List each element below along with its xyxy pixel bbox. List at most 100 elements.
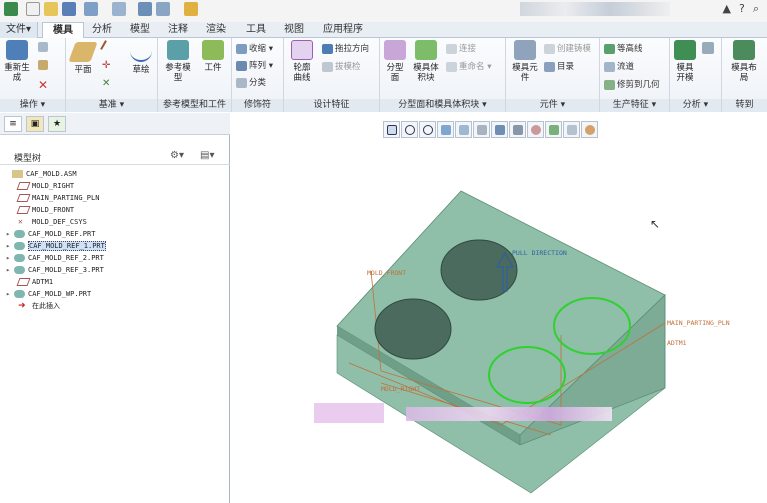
tree-item-caf-mold-ref-3[interactable]: ▸ CAF_MOLD_REF_3.PRT [6,264,104,276]
tree-filter-icon[interactable]: ▤▾ [200,150,214,161]
tab-mold[interactable]: 模具 [42,22,84,39]
tree-item-caf-mold-ref-2[interactable]: ▸ CAF_MOLD_REF_2.PRT [6,252,104,264]
insert-arrow-icon: ➜ [18,301,26,311]
title-bar-blur [520,2,670,16]
tree-item-caf-mold-ref[interactable]: ▸ CAF_MOLD_REF.PRT [6,228,95,240]
pattern-icon [236,60,247,71]
ribbon: 重新生成 ✕ 操作 ▾ 平面 ✛ ✕ 草绘 基准 ▾ 参考模型 工件 参考模型和… [0,38,767,112]
tab-annotate[interactable]: 注释 [162,22,194,38]
pattern-button[interactable]: 阵列 ▾ [236,59,273,71]
classify-button[interactable]: 分类 [236,76,266,88]
tree-item-caf-mold-wp[interactable]: ▸ CAF_MOLD_WP.PRT [6,288,91,300]
shrink-button[interactable]: 收缩 ▾ [236,42,273,54]
quick-access-toolbar: ▲ ? ⌕ [0,0,767,22]
classify-icon [236,77,247,88]
tree-item-insert-here[interactable]: ➜ 在此插入 [10,300,60,312]
trim-to-geometry-button[interactable]: 修剪到几何 [604,78,660,90]
save-icon[interactable] [62,2,76,16]
regenerate-button[interactable]: 重新生成 [2,40,32,83]
tree-item-adtm1[interactable]: ADTM1 [10,276,53,288]
runner-icon [604,61,615,72]
part-icon [14,242,25,250]
draw-direction-button[interactable]: 拖拉方向 [322,42,369,54]
tab-file[interactable]: 文件▾ [0,22,38,38]
graphics-area[interactable]: PULL DIRECTION MOLD_FRONT MAIN_PARTING_P… [231,113,767,503]
ref-model-button[interactable]: 参考模型 [162,40,194,83]
open-icon[interactable] [44,2,58,16]
copy-icon[interactable] [38,42,48,52]
regenerate-icon[interactable] [138,2,152,16]
parting-surface-icon [384,40,406,60]
undo-icon[interactable] [84,2,98,16]
close-icon[interactable] [184,2,198,16]
ribbon-tabs: 文件▾ 模具 分析 模型 注释 渲染 工具 视图 应用程序 [0,22,767,39]
watermark-blur [314,403,612,425]
point-icon[interactable]: ✛ [102,60,110,71]
help-icon[interactable]: ? [739,2,745,16]
app-icon[interactable] [4,2,18,16]
parting-surface-button[interactable]: 分型面 [382,40,408,83]
mouse-cursor-icon: ↖ [650,217,661,231]
tab-model[interactable]: 模型 [124,22,156,38]
redo-icon[interactable] [112,2,126,16]
datum-plane-icon [16,206,31,214]
tab-tools[interactable]: 工具 [240,22,272,38]
tree-item-caf-mold-asm[interactable]: CAF_MOLD.ASM [4,168,77,180]
analysis-icon[interactable] [702,42,714,54]
catalog-icon [544,61,555,72]
mold-front-label: MOLD_FRONT [367,269,407,277]
folder-browser-tab-icon[interactable]: ▣ [26,116,44,132]
workpiece-button[interactable]: 工件 [198,40,228,73]
navigator-panel: ≡ ▣ ★ 模型树 ⚙▾ ▤▾ CAF_MOLD.ASM MOLD_RIGHT … [0,113,230,503]
tab-view[interactable]: 视图 [278,22,310,38]
tab-applications[interactable]: 应用程序 [316,22,370,38]
mold-layout-button[interactable]: 模具布局 [728,40,760,83]
group-production: 等高线 流道 修剪到几何 生产特征 ▾ [600,38,670,112]
mold-component-button[interactable]: 模具元件 [508,40,542,83]
group-modifiers: 收缩 ▾ 阵列 ▾ 分类 修饰符 [232,38,284,112]
mold-volume-icon [415,40,437,60]
rename-icon [446,61,457,72]
create-casting-icon [544,43,555,54]
group-analysis: 模具开模 分析 ▾ [670,38,722,112]
axis-icon[interactable] [100,40,114,54]
sketch-button[interactable]: 草绘 [128,42,154,75]
new-icon[interactable] [26,2,40,16]
mold-open-button[interactable]: 模具开模 [674,40,696,83]
navigator-tabs: ≡ ▣ ★ [0,113,230,135]
mold-volume-button[interactable]: 模具体积块 [410,40,442,83]
workpiece-icon [202,40,224,60]
plane-button[interactable]: 平面 [68,42,98,75]
favorites-tab-icon[interactable]: ★ [48,116,66,132]
tab-render[interactable]: 渲染 [200,22,232,38]
draft-check-button[interactable]: 拔模检 [322,60,361,72]
model-tree-tab-icon[interactable]: ≡ [4,116,22,132]
link-button[interactable]: 连接 [446,42,476,54]
paste-icon[interactable] [38,60,48,70]
windows-icon[interactable] [156,2,170,16]
isoline-button[interactable]: 等高线 [604,42,643,54]
tree-item-mold-right[interactable]: MOLD_RIGHT [10,180,74,192]
rename-button[interactable]: 重命名 ▾ [446,60,491,72]
group-ref-model: 参考模型 工件 参考模型和工件 [158,38,232,112]
group-design-features: 轮廓曲线 拖拉方向 拔模检 设计特征 [284,38,380,112]
runner-button[interactable]: 流道 [604,60,634,72]
tree-item-caf-mold-ref-1[interactable]: ▸ CAF_MOLD_REF_1.PRT [6,240,106,252]
part-icon [14,290,25,298]
catalog-button[interactable]: 目录 [544,60,574,72]
plane-icon [68,42,98,62]
tab-analysis[interactable]: 分析 [86,22,118,38]
show-settings-icon[interactable]: ⚙▾ [170,150,184,161]
create-casting-button[interactable]: 创建铸模 [544,42,591,54]
silhouette-button[interactable]: 轮廓曲线 [286,40,318,83]
tree-item-main-parting-pln[interactable]: MAIN_PARTING_PLN [10,192,99,204]
minimize-ribbon-icon[interactable]: ▲ [723,2,731,16]
delete-icon[interactable]: ✕ [38,78,48,92]
tree-item-mold-def-csys[interactable]: ✕ MOLD_DEF_CSYS [10,216,87,228]
tree-item-mold-front[interactable]: MOLD_FRONT [10,204,74,216]
search-icon[interactable]: ⌕ [753,2,759,16]
group-operations: 重新生成 ✕ 操作 ▾ [0,38,66,112]
csys-icon[interactable]: ✕ [102,78,110,89]
mold-right-label: MOLD_RIGHT [381,385,421,393]
mold-model-view [336,190,666,494]
